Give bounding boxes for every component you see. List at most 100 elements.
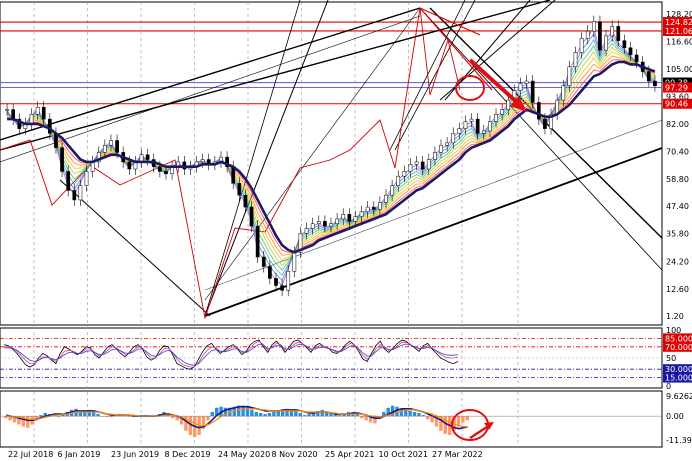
price-tick-label: 24.20: [666, 257, 689, 266]
macd-bar: [250, 409, 254, 417]
date-label: 8 Nov 2020: [272, 450, 318, 459]
price-tick-label: 1.20: [666, 312, 684, 321]
candle-body: [90, 161, 95, 172]
candle-body: [109, 140, 113, 146]
candle-body: [524, 80, 529, 84]
candle-body: [304, 228, 309, 234]
candle-body: [164, 171, 168, 175]
macd-bar: [25, 416, 30, 428]
price-tick-label: 82.00: [666, 120, 689, 129]
date-label: 6 Jan 2019: [58, 450, 101, 459]
candle-body: [11, 109, 16, 120]
macd-tick-label: 0.00: [666, 412, 684, 421]
date-label: 8 Dec 2019: [165, 450, 211, 459]
macd-bar: [254, 411, 258, 417]
date-label: 23 Jun 2019: [111, 450, 159, 459]
candle-body: [353, 216, 358, 222]
candle-body: [329, 223, 333, 227]
candle-body: [646, 71, 651, 82]
candle-body: [268, 266, 272, 279]
candle-body: [463, 121, 468, 129]
candle-body: [536, 102, 541, 120]
macd-bar: [171, 416, 175, 419]
date-label: 24 May 2020: [218, 450, 270, 459]
date-label: 10 Oct 2021: [379, 450, 428, 459]
candle-body: [35, 106, 40, 115]
candle-body: [243, 194, 248, 208]
macd-bar: [364, 416, 368, 421]
macd-bar: [298, 413, 302, 417]
candle-body: [494, 114, 498, 122]
price-tick-label: 47.40: [666, 202, 689, 211]
candle-body: [84, 171, 89, 186]
rsi-tick-label: 0: [666, 382, 671, 391]
macd-bar: [465, 416, 469, 421]
price-tick-label: 70.40: [666, 147, 689, 156]
candle-body: [127, 161, 132, 170]
candle-body: [145, 154, 150, 160]
candle-body: [488, 121, 492, 132]
candle-body: [365, 206, 370, 213]
macd-bar: [96, 414, 100, 417]
candle-body: [530, 80, 535, 103]
price-tick-label: 58.80: [666, 175, 689, 184]
candle-body: [616, 26, 621, 41]
candle-body: [598, 21, 602, 51]
candle-body: [420, 161, 425, 170]
candle-body: [585, 30, 590, 39]
macd-bar: [272, 411, 276, 417]
candle-body: [371, 206, 376, 210]
candle-body: [518, 83, 523, 91]
candle-body: [561, 85, 566, 101]
macd-bar: [417, 413, 421, 417]
macd-axis: 9.6262 0.00 -11.3976: [666, 392, 692, 445]
macd-bar: [206, 416, 210, 421]
candle-body: [359, 211, 364, 217]
candle-body: [604, 35, 608, 51]
candle-body: [653, 80, 657, 87]
candle-body: [41, 106, 46, 120]
candle-body: [60, 147, 64, 172]
macd-bar: [245, 406, 250, 417]
candle-body: [249, 206, 254, 227]
candle-body: [274, 278, 278, 286]
candle-body: [347, 213, 352, 222]
candle-body: [408, 164, 413, 172]
candle-body: [390, 185, 394, 196]
price-tag-label: 97.29: [665, 84, 688, 93]
date-axis: 22 Jul 2018 6 Jan 2019 23 Jun 2019 8 Dec 20…: [8, 450, 483, 459]
date-label: 27 Mar 2022: [432, 450, 483, 459]
candle-body: [66, 171, 71, 191]
candle-body: [378, 202, 382, 210]
candle-body: [579, 38, 584, 53]
candle-body: [500, 109, 504, 115]
macd-bar: [412, 411, 417, 417]
macd-bar: [267, 413, 272, 417]
candle-body: [634, 54, 639, 63]
candle-body: [567, 66, 572, 87]
macd-panel-frame: [0, 390, 663, 448]
candle-body: [261, 256, 266, 267]
macd-tick-label: 9.6262: [666, 392, 692, 401]
macd-bar: [408, 410, 412, 417]
macd-bar: [320, 409, 324, 417]
candle-body: [451, 133, 456, 144]
price-tag-label: 90.46: [665, 100, 688, 109]
date-label: 25 Apr 2021: [325, 450, 374, 459]
price-tick-label: 116.60: [666, 38, 692, 47]
date-label: 22 Jul 2018: [8, 450, 53, 459]
candle-body: [78, 185, 83, 201]
chart-canvas: 128.20116.60105.0093.6082.0070.4058.8047…: [0, 0, 692, 459]
candle-body: [628, 47, 633, 56]
macd-bar: [263, 414, 267, 417]
price-tick-label: 35.80: [666, 230, 689, 239]
candle-body: [280, 285, 284, 291]
candle-body: [573, 52, 578, 68]
candle-body: [384, 194, 388, 203]
candle-body: [158, 166, 162, 172]
candle-body: [414, 161, 419, 165]
macd-bar: [210, 411, 215, 417]
macd-bar: [258, 413, 263, 417]
candle-body: [591, 21, 596, 32]
candle-body: [610, 26, 615, 37]
